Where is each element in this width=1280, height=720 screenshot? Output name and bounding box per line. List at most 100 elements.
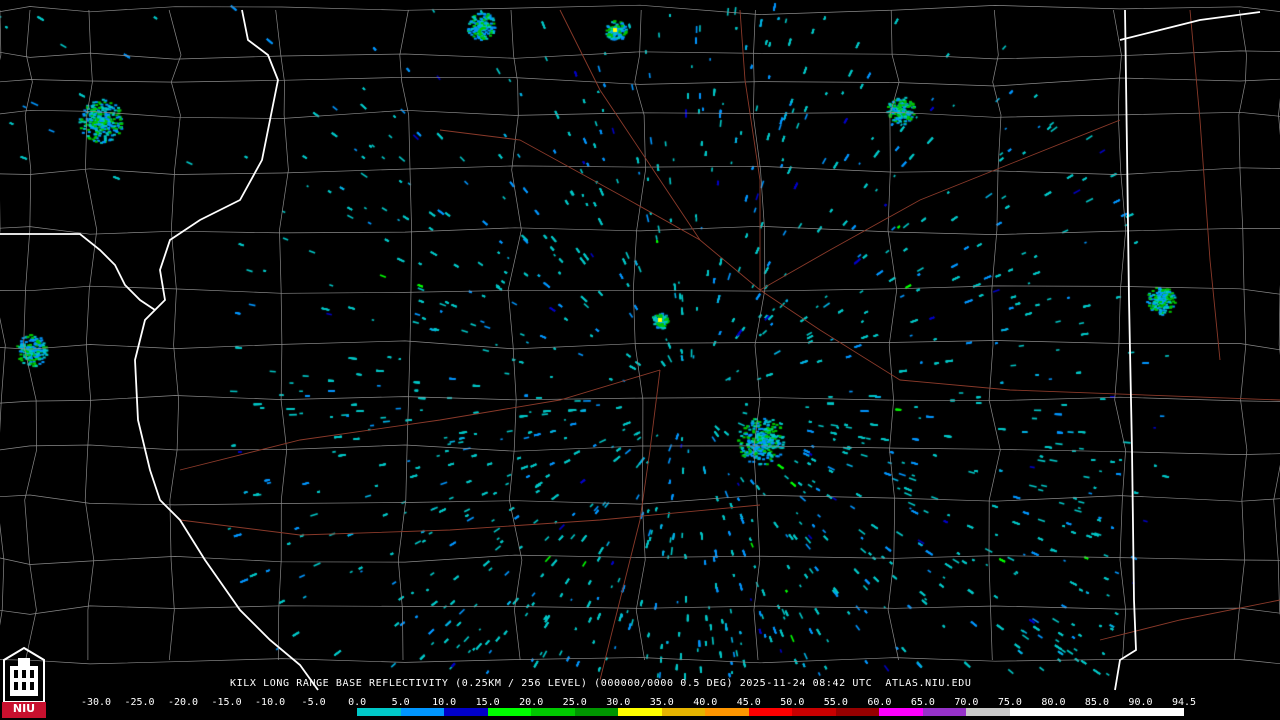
legend-tick-label: 75.0 — [997, 697, 1022, 708]
color-scale-segment — [183, 708, 227, 716]
county-line — [0, 76, 1280, 87]
county-line — [275, 9, 289, 661]
highway-line — [1189, 9, 1221, 361]
legend-tick-label: 25.0 — [562, 697, 587, 708]
highway-line — [559, 9, 701, 241]
color-scale-segment — [1140, 708, 1184, 716]
color-scale-segment — [1009, 708, 1054, 716]
county-line — [507, 9, 523, 661]
color-scale-segment — [618, 708, 662, 716]
legend-tick-label: 60.0 — [867, 697, 892, 708]
county-line — [0, 395, 1280, 404]
county-line — [168, 9, 182, 661]
color-scale-segment — [748, 708, 793, 716]
color-scale-segment — [574, 708, 619, 716]
color-scale-segment — [226, 708, 271, 716]
county-line — [0, 554, 1280, 565]
legend-tick-label: 40.0 — [693, 697, 718, 708]
county-line — [988, 9, 1002, 661]
county-line — [0, 340, 1280, 351]
color-scale-segment — [531, 708, 575, 716]
legend-tick-label: -25.0 — [124, 697, 155, 708]
color-scale-segment — [139, 708, 184, 716]
map-overlay — [0, 4, 1280, 691]
state-borders — [0, 9, 1261, 691]
castle-icon — [3, 646, 45, 703]
reflectivity-color-scale — [96, 708, 1184, 716]
niu-logo: NIU — [2, 646, 46, 718]
county-line — [0, 494, 1280, 506]
highway-line — [739, 9, 761, 290]
county-line — [0, 225, 1280, 235]
county-line — [752, 9, 766, 661]
county-line — [1273, 98, 1280, 616]
highway-line — [759, 289, 1280, 401]
county-line — [887, 9, 900, 661]
state-border-line — [1119, 11, 1261, 41]
legend-tick-label: 65.0 — [910, 697, 935, 708]
county-line — [23, 9, 37, 661]
color-scale-segment — [705, 708, 749, 716]
highway-line — [599, 369, 661, 681]
highway-line — [759, 119, 1121, 291]
color-scale-segment — [661, 708, 706, 716]
color-scale-segment — [835, 708, 880, 716]
color-scale-segment — [400, 708, 445, 716]
highway-line — [179, 369, 661, 471]
legend-tick-label: 94.5 — [1171, 697, 1197, 708]
state-border-line — [0, 233, 156, 311]
color-scale-segment — [270, 708, 314, 716]
county-line — [0, 285, 1280, 295]
county-line — [0, 165, 1280, 175]
color-scale-segment — [1053, 708, 1097, 716]
highway-line — [439, 129, 761, 291]
state-border-line — [134, 9, 319, 691]
county-line — [0, 9, 6, 626]
legend-tick-label: -10.0 — [255, 697, 286, 708]
county-line — [397, 9, 412, 661]
logo-text: NIU — [12, 702, 36, 715]
county-line — [0, 50, 1280, 60]
legend-tick-label: 5.0 — [391, 697, 410, 708]
legend-tick-label: -30.0 — [80, 697, 112, 708]
county-line — [0, 109, 1280, 119]
county-line — [632, 9, 646, 661]
legend-tick-label: 90.0 — [1128, 697, 1153, 708]
county-line — [0, 657, 1280, 665]
color-scale-segment — [966, 708, 1010, 716]
highway-line — [1099, 599, 1280, 641]
legend-tick-label: 50.0 — [780, 697, 805, 708]
legend-tick-label: 45.0 — [736, 697, 761, 708]
legend-tick-label: 20.0 — [519, 697, 544, 708]
county-line — [0, 444, 1280, 455]
highways — [179, 9, 1280, 681]
legend-tick-label: -20.0 — [167, 697, 199, 708]
color-scale-segment — [792, 708, 836, 716]
county-line — [1233, 9, 1248, 661]
legend-tick-label: 10.0 — [432, 697, 457, 708]
county-line — [84, 9, 98, 660]
legend-tick-label: 70.0 — [954, 697, 979, 708]
color-scale-segment — [96, 708, 140, 716]
county-line — [0, 605, 1280, 615]
county-line — [0, 4, 1280, 15]
highway-line — [179, 504, 761, 536]
color-scale-segment — [357, 708, 401, 716]
color-scale-segment — [487, 708, 532, 716]
color-scale-segment — [879, 708, 923, 716]
color-scale-segment — [922, 708, 967, 716]
county-line — [1113, 9, 1127, 661]
legend-tick-label: 35.0 — [649, 697, 674, 708]
legend-tick-label: 55.0 — [823, 697, 848, 708]
legend-tick-label: -15.0 — [211, 697, 242, 708]
product-title: KILX LONG RANGE BASE REFLECTIVITY (0.25K… — [230, 678, 972, 689]
legend-tick-label: 85.0 — [1084, 697, 1109, 708]
color-scale-segment — [444, 708, 488, 716]
legend-tick-label: 80.0 — [1041, 697, 1066, 708]
color-scale-segment — [313, 708, 358, 716]
legend-tick-label: 0.0 — [348, 697, 367, 708]
legend-tick-label: 15.0 — [475, 697, 500, 708]
legend-tick-label: 30.0 — [606, 697, 631, 708]
county-boundaries — [0, 4, 1280, 665]
color-scale-segment — [1096, 708, 1141, 716]
